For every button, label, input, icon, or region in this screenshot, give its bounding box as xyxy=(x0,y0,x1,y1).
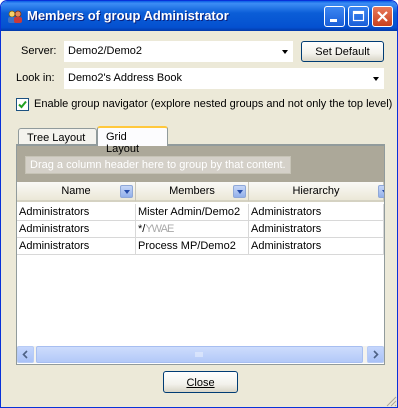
tab-grid-layout[interactable]: Grid Layout xyxy=(97,126,168,155)
redacted-text: YWAE xyxy=(145,223,174,235)
server-select[interactable]: Demo2/Demo2 xyxy=(64,41,293,62)
table-row-3-name[interactable]: Administrators xyxy=(17,238,136,255)
chevron-left-icon xyxy=(22,350,28,359)
column-header-hierarchy-label: Hierarchy xyxy=(292,185,340,197)
maximize-button[interactable] xyxy=(348,6,369,27)
look-in-label: Look in: xyxy=(16,72,55,84)
tab-tree-layout-label: Tree Layout xyxy=(27,132,86,144)
column-header-members-label: Members xyxy=(169,185,215,197)
horizontal-scrollbar[interactable] xyxy=(17,346,384,363)
scroll-left-button[interactable] xyxy=(17,346,34,363)
column-header-name-label: Name xyxy=(61,185,91,197)
filter-dropdown-icon[interactable] xyxy=(120,185,133,198)
look-in-select[interactable]: Demo2's Address Book xyxy=(64,68,384,89)
filter-dropdown-icon[interactable] xyxy=(378,185,384,198)
table-row-1-hierarchy[interactable]: Administrators xyxy=(249,204,384,221)
resize-grip-icon[interactable] xyxy=(385,395,397,407)
table-row-3-members[interactable]: Process MP/Demo2 xyxy=(136,238,249,255)
group-icon xyxy=(8,10,22,23)
column-header-hierarchy[interactable]: Hierarchy xyxy=(249,182,384,202)
maximize-icon xyxy=(352,10,365,22)
group-by-hint: Drag a column header here to group by th… xyxy=(25,156,291,174)
look-in-value: Demo2's Address Book xyxy=(68,72,182,84)
title-bar[interactable]: Members of group Administrator xyxy=(1,1,397,31)
close-window-button[interactable] xyxy=(372,6,393,27)
table-row-2-name[interactable]: Administrators xyxy=(17,221,136,238)
scrollbar-thumb[interactable] xyxy=(36,346,363,363)
navigator-label: Enable group navigator (explore nested g… xyxy=(34,98,393,110)
table-row-1-name[interactable]: Administrators xyxy=(17,204,136,221)
column-header-members[interactable]: Members xyxy=(136,182,249,202)
grip-icon xyxy=(195,352,203,357)
close-button[interactable]: Close xyxy=(163,371,238,393)
set-default-label: Set Default xyxy=(315,46,370,58)
navigator-checkbox[interactable] xyxy=(16,98,29,111)
table-row-1-members[interactable]: Mister Admin/Demo2 xyxy=(136,204,249,221)
dialog-window: Members of group Administrator Server: D… xyxy=(0,0,398,408)
close-icon xyxy=(377,11,388,22)
group-by-area[interactable]: Drag a column header here to group by th… xyxy=(17,146,384,182)
server-value: Demo2/Demo2 xyxy=(68,45,142,57)
set-default-button[interactable]: Set Default xyxy=(301,41,384,62)
server-label: Server: xyxy=(21,45,57,57)
close-button-label: Close xyxy=(186,377,215,389)
window-title: Members of group Administrator xyxy=(27,8,229,23)
table-row-3-hierarchy[interactable]: Administrators xyxy=(249,238,384,255)
minimize-button[interactable] xyxy=(324,6,345,27)
scroll-right-button[interactable] xyxy=(367,346,384,363)
filter-dropdown-icon[interactable] xyxy=(233,185,246,198)
tab-grid-layout-label: Grid Layout xyxy=(106,131,140,155)
chevron-right-icon xyxy=(373,350,379,359)
column-header-name[interactable]: Name xyxy=(17,182,136,202)
table-row-2-hierarchy[interactable]: Administrators xyxy=(249,221,384,238)
table-row-2-members[interactable]: */YWAE xyxy=(136,221,249,238)
tab-tree-layout[interactable]: Tree Layout xyxy=(18,128,97,145)
chevron-down-icon xyxy=(282,50,288,54)
minimize-icon xyxy=(330,19,337,22)
chevron-down-icon xyxy=(373,77,379,81)
checkmark-icon xyxy=(18,100,27,109)
members-grid[interactable]: Drag a column header here to group by th… xyxy=(16,145,385,365)
